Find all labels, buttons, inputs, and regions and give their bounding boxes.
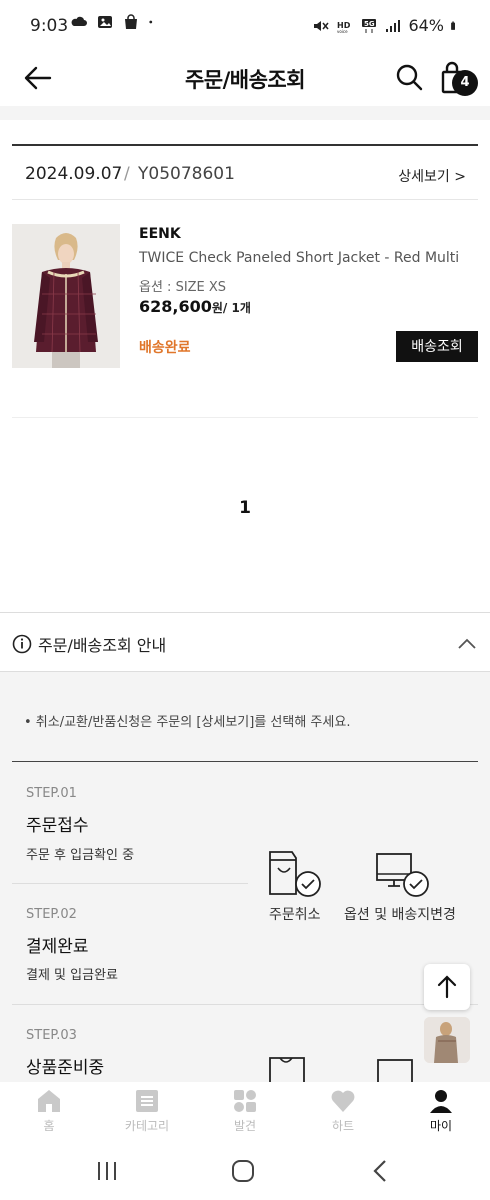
tab-heart[interactable]: 하트 [294, 1082, 392, 1140]
home-icon [38, 1090, 60, 1112]
heart-icon [331, 1090, 355, 1112]
step-label: STEP.02 [26, 907, 77, 922]
cart-count-badge: 4 [452, 70, 478, 96]
section-divider [0, 106, 490, 120]
step-desc: 결제 및 입금완료 [26, 968, 118, 983]
guide-header[interactable]: 주문/배송조회 안내 [0, 612, 490, 672]
guide-note: • 취소/교환/반품신청은 주문의 [상세보기]를 선택해 주세요. [24, 715, 351, 730]
recent-apps-icon[interactable] [92, 1158, 122, 1184]
tab-label: 홈 [43, 1119, 55, 1133]
tab-label: 카테고리 [124, 1119, 170, 1133]
step-title: 결제완료 [26, 937, 89, 957]
hd-voice-icon: HDvoice [337, 21, 351, 34]
search-icon[interactable] [394, 62, 424, 92]
info-icon [12, 634, 32, 654]
order-detail-link[interactable]: 상세보기 > [398, 166, 466, 186]
status-time: 9:03 [30, 16, 69, 36]
pagination-current[interactable]: 1 [0, 498, 490, 518]
price-unit: 원/ 1개 [211, 301, 251, 315]
svg-text:voice: voice [337, 29, 348, 34]
status-bar: 9:03 HD voice 5G 64% [0, 0, 490, 52]
tab-home[interactable]: 홈 [0, 1082, 98, 1140]
package-icon [269, 1057, 305, 1082]
document-icon [377, 1059, 413, 1082]
category-icon [136, 1090, 158, 1112]
product-price: 628,600원/ 1개 [139, 297, 251, 316]
guide-body: • 취소/교환/반품신청은 주문의 [상세보기]를 선택해 주세요. STEP.… [0, 672, 490, 1082]
home-button-icon[interactable] [228, 1158, 258, 1184]
step-divider [12, 1004, 478, 1005]
option-address-change-label[interactable]: 옵션 및 배송지변경 [344, 904, 456, 924]
signal-icon [386, 19, 401, 32]
delivery-status: 배송완료 [139, 340, 191, 356]
shopping-bag-icon [125, 14, 137, 29]
status-left-icons [70, 14, 158, 30]
dot-icon [149, 20, 153, 24]
product-name[interactable]: TWICE Check Paneled Short Jacket - Red M… [139, 250, 459, 266]
tab-my[interactable]: 마이 [392, 1082, 490, 1140]
status-right-icons: HD voice 5G 64% [312, 16, 460, 35]
guide-divider [12, 761, 478, 762]
order-number: Y05078601 [138, 164, 235, 184]
order-header: 2024.09.07 / Y05078601 상세보기 > [12, 144, 478, 200]
svg-text:5G: 5G [364, 20, 375, 28]
back-nav-icon[interactable] [366, 1158, 396, 1184]
discover-icon [234, 1090, 256, 1112]
scroll-to-top-button[interactable] [424, 964, 470, 1010]
arrow-up-icon [437, 975, 457, 999]
product-option: 옵션 : SIZE XS [139, 280, 227, 295]
step-divider [12, 883, 248, 884]
track-delivery-button[interactable]: 배송조회 [396, 331, 478, 362]
cloud-icon [71, 16, 87, 26]
step-desc: 주문 후 입금확인 중 [26, 848, 135, 863]
recent-product-thumbnail[interactable] [424, 1017, 470, 1063]
system-navigation-bar [0, 1140, 490, 1200]
app-header: 주문/배송조회 [0, 52, 490, 104]
tab-discover[interactable]: 발견 [196, 1082, 294, 1140]
tab-label: 하트 [331, 1119, 355, 1133]
image-icon [98, 16, 112, 28]
5g-icon: 5G [362, 18, 377, 33]
chevron-up-icon[interactable] [456, 633, 478, 655]
product-brand: EENK [139, 226, 181, 242]
order-separator: / [124, 164, 130, 184]
step-label: STEP.03 [26, 1028, 77, 1043]
battery-icon [451, 21, 455, 30]
price-value: 628,600 [139, 297, 212, 316]
tab-label: 마이 [429, 1119, 453, 1133]
product-image[interactable] [12, 224, 120, 368]
tab-label: 발견 [233, 1119, 257, 1133]
person-icon [430, 1090, 452, 1113]
monitor-check-icon[interactable] [374, 850, 434, 902]
bottom-tab-bar: 홈 카테고리 발견 하트 마이 [0, 1082, 490, 1140]
guide-title: 주문/배송조회 안내 [38, 636, 167, 655]
bag-check-icon[interactable] [266, 848, 326, 900]
divider [12, 417, 478, 418]
order-cancel-label[interactable]: 주문취소 [269, 904, 321, 924]
step-label: STEP.01 [26, 786, 77, 801]
order-date: 2024.09.07 [25, 164, 123, 184]
tab-category[interactable]: 카테고리 [98, 1082, 196, 1140]
step-title: 주문접수 [26, 816, 89, 836]
mute-icon [314, 20, 330, 31]
battery-level: 64% [408, 16, 444, 35]
step-title: 상품준비중 [26, 1058, 105, 1078]
